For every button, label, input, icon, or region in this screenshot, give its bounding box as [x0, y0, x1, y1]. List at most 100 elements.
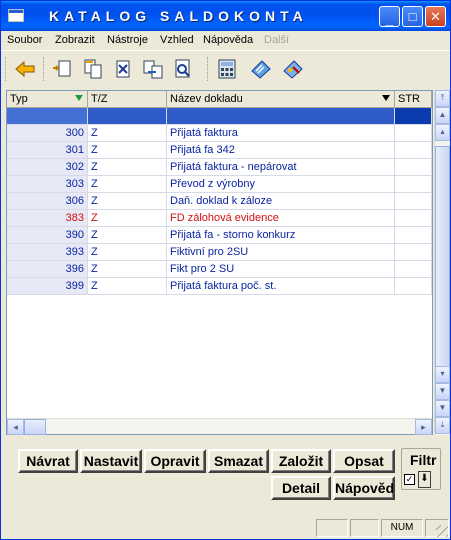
- saldokonto-grid[interactable]: Typ T/Z Název dokladu STR 300 Z Přijatá fa…: [6, 90, 433, 435]
- menu-soubor[interactable]: Soubor: [7, 34, 42, 46]
- scroll-first-button[interactable]: ⤒: [435, 90, 450, 107]
- scrollbar-thumb[interactable]: [435, 146, 450, 394]
- sort-descending-icon[interactable]: [382, 95, 390, 101]
- table-row[interactable]: 301 Z Přijatá fa 342: [7, 142, 432, 159]
- navrat-button[interactable]: Návrat: [18, 449, 78, 473]
- horizontal-scrollbar[interactable]: ◂ ▸: [7, 418, 432, 435]
- zalozit-button[interactable]: Založit: [271, 449, 331, 473]
- scroll-up-button[interactable]: ▴: [435, 124, 450, 141]
- cell-typ: 301: [7, 142, 88, 158]
- delete-record-icon[interactable]: [111, 57, 135, 81]
- table-row[interactable]: 396 Z Fikt pro 2 SU: [7, 261, 432, 278]
- move-record-icon[interactable]: [141, 57, 165, 81]
- window-title: KATALOG SALDOKONTA: [49, 8, 308, 24]
- back-arrow-icon[interactable]: [13, 57, 37, 81]
- column-header-str[interactable]: STR: [395, 91, 432, 108]
- toolbar-grip[interactable]: [5, 57, 8, 81]
- table-row[interactable]: 399 Z Přijatá faktura poč. st.: [7, 278, 432, 295]
- scroll-page-down-button[interactable]: ▼: [435, 400, 450, 417]
- table-row-selected[interactable]: [7, 108, 432, 125]
- detail-button[interactable]: Detail: [271, 476, 331, 500]
- cell-tz: Z: [88, 227, 167, 243]
- cell-nazev: Převod z výrobny: [167, 176, 395, 192]
- title-bar[interactable]: KATALOG SALDOKONTA _ □ ✕: [1, 1, 450, 31]
- vertical-scrollbar[interactable]: ⤒ ▲ ▴ ▾ ▼ ▼ ⤓: [434, 90, 450, 435]
- notebook-icon[interactable]: [249, 57, 273, 81]
- scroll-page-up-button[interactable]: ▲: [435, 107, 450, 124]
- scroll-down-button[interactable]: ▾: [435, 366, 450, 383]
- close-button[interactable]: ✕: [425, 6, 446, 27]
- window-icon: [8, 9, 24, 22]
- menu-vzhled[interactable]: Vzhled: [160, 34, 194, 46]
- scrollbar-thumb[interactable]: [24, 419, 46, 435]
- scroll-right-button[interactable]: ▸: [415, 419, 432, 435]
- filter-label: Filtr: [410, 452, 437, 468]
- opsat-button[interactable]: Opsat: [333, 449, 395, 473]
- cell-nazev: Přijatá fa - storno konkurz: [167, 227, 395, 243]
- cell-nazev: Přijatá faktura poč. st.: [167, 278, 395, 294]
- scroll-left-button[interactable]: ◂: [7, 419, 24, 435]
- table-row[interactable]: 300 Z Přijatá faktura: [7, 125, 432, 142]
- cell-tz: Z: [88, 193, 167, 209]
- cell-tz: Z: [88, 278, 167, 294]
- table-row[interactable]: 383 Z FD zálohová evidence: [7, 210, 432, 227]
- column-header-nazev[interactable]: Název dokladu: [167, 91, 395, 108]
- cell-typ: 393: [7, 244, 88, 260]
- menu-nastroje[interactable]: Nástroje: [107, 34, 148, 46]
- calculator-icon[interactable]: [215, 57, 239, 81]
- preview-icon[interactable]: [171, 57, 195, 81]
- cell-nazev: Přijatá fa 342: [167, 142, 395, 158]
- column-header-label: Název dokladu: [170, 93, 243, 105]
- filter-checkbox[interactable]: ✓: [404, 474, 415, 485]
- table-row[interactable]: 393 Z Fiktivní pro 2SU: [7, 244, 432, 261]
- status-bar: NUM: [1, 517, 450, 539]
- wizard-icon[interactable]: [281, 57, 305, 81]
- status-pane: [350, 519, 379, 537]
- cell-str: [395, 244, 432, 260]
- cell-typ: 399: [7, 278, 88, 294]
- menu-dalsi: Další: [264, 34, 290, 46]
- cell-nazev: [167, 108, 395, 124]
- cell-tz: Z: [88, 159, 167, 175]
- minimize-button[interactable]: _: [379, 6, 400, 27]
- status-pane: [316, 519, 348, 537]
- cell-tz: Z: [88, 125, 167, 141]
- new-record-icon[interactable]: [51, 57, 75, 81]
- column-header-typ[interactable]: Typ: [7, 91, 88, 108]
- cell-nazev: Fiktivní pro 2SU: [167, 244, 395, 260]
- cell-typ: 383: [7, 210, 88, 226]
- cell-str: [395, 108, 432, 124]
- cell-str: [395, 210, 432, 226]
- cell-typ: [7, 108, 88, 124]
- maximize-button[interactable]: □: [402, 6, 423, 27]
- menu-bar: Soubor Zobrazit Nástroje Vzhled Nápověda…: [1, 31, 450, 50]
- table-row[interactable]: 306 Z Daň. doklad k záloze: [7, 193, 432, 210]
- cell-str: [395, 261, 432, 277]
- maximize-icon: □: [408, 9, 417, 24]
- toolbar-separator: [43, 57, 46, 81]
- cell-typ: 300: [7, 125, 88, 141]
- napoveda-button[interactable]: Nápověd: [333, 476, 395, 500]
- minimize-icon: _: [385, 11, 394, 27]
- cell-typ: 396: [7, 261, 88, 277]
- cell-tz: Z: [88, 261, 167, 277]
- column-header-tz[interactable]: T/Z: [88, 91, 167, 108]
- table-row[interactable]: 390 Z Přijatá fa - storno konkurz: [7, 227, 432, 244]
- filter-apply-button[interactable]: ⬇: [418, 471, 431, 488]
- table-row[interactable]: 302 Z Přijatá faktura - nepárovat: [7, 159, 432, 176]
- sort-descending-icon[interactable]: [75, 95, 83, 101]
- cell-str: [395, 278, 432, 294]
- copy-record-icon[interactable]: [81, 57, 105, 81]
- status-num-indicator: NUM: [381, 519, 423, 537]
- column-header-label: STR: [398, 93, 420, 105]
- scroll-last-button[interactable]: ⤓: [435, 417, 450, 434]
- menu-napoveda[interactable]: Nápověda: [203, 34, 253, 46]
- resize-grip[interactable]: [436, 525, 448, 537]
- scroll-page-down-button[interactable]: ▼: [435, 383, 450, 400]
- nastavit-button[interactable]: Nastavit: [80, 449, 142, 473]
- opravit-button[interactable]: Opravit: [144, 449, 206, 473]
- table-row[interactable]: 303 Z Převod z výrobny: [7, 176, 432, 193]
- menu-zobrazit[interactable]: Zobrazit: [55, 34, 95, 46]
- smazat-button[interactable]: Smazat: [208, 449, 269, 473]
- arrow-down-icon: ⬇: [420, 473, 429, 484]
